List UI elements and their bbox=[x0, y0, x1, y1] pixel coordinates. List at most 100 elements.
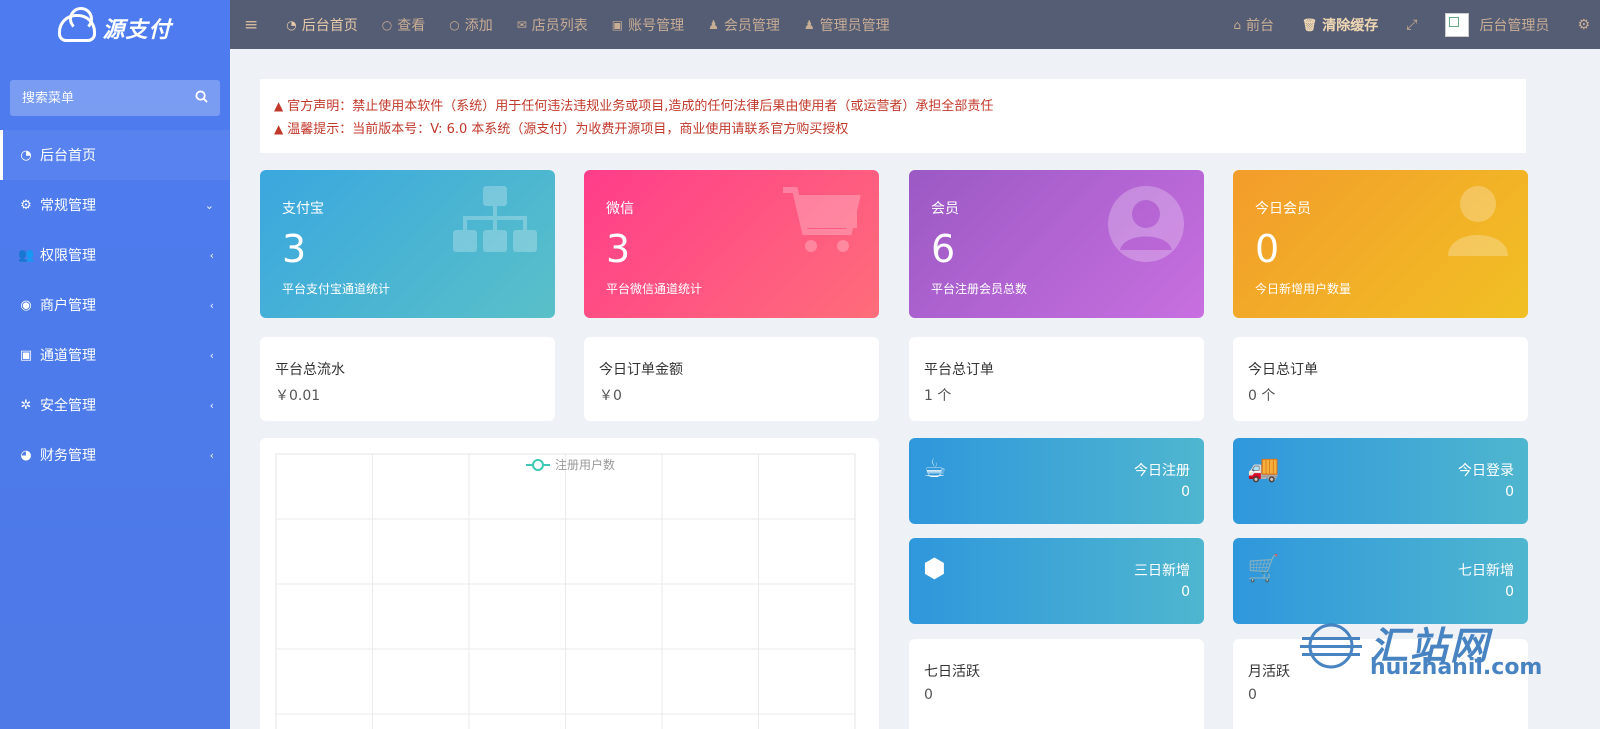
info-card-today-orders: 今日总订单 0 个 bbox=[1233, 337, 1528, 421]
tab-label: 管理员管理 bbox=[819, 17, 890, 34]
tab-label: 店员列表 bbox=[531, 17, 588, 34]
tab-members[interactable]: ♟ 会员管理 bbox=[696, 0, 792, 49]
mini-card-seven-day-new[interactable]: 🛒 七日新增 0 bbox=[1233, 538, 1528, 624]
stat-desc: 今日新增用户数量 bbox=[1255, 282, 1352, 296]
legend-label: 注册用户数 bbox=[555, 457, 615, 472]
sidebar-item-merchants[interactable]: ◉ 商户管理 ‹ bbox=[0, 280, 230, 330]
chat-icon: ✉ bbox=[516, 17, 527, 32]
chevron-left-icon: ‹ bbox=[209, 348, 214, 362]
avatar bbox=[1445, 12, 1470, 37]
registered-users-chart: 注册用户数 bbox=[275, 453, 856, 729]
mini-title: 七日新增 bbox=[1458, 563, 1514, 579]
sidebar-item-dashboard[interactable]: ◔ 后台首页 bbox=[0, 130, 230, 180]
stat-card-today-members[interactable]: 今日会员 0 今日新增用户数量 bbox=[1233, 170, 1528, 318]
cloud-logo-icon bbox=[58, 7, 97, 42]
search-menu bbox=[10, 80, 220, 116]
sidebar-item-label: 安全管理 bbox=[40, 398, 96, 414]
stat-card-alipay[interactable]: 支付宝 3 平台支付宝通道统计 bbox=[260, 170, 555, 318]
cart-icon bbox=[783, 187, 861, 252]
stat-card-members[interactable]: 会员 6 平台注册会员总数 bbox=[909, 170, 1204, 318]
user-circle-icon bbox=[1108, 186, 1184, 262]
mini-card-today-register[interactable]: ☕ 今日注册 0 bbox=[909, 438, 1204, 524]
tab-label: 账号管理 bbox=[628, 17, 685, 34]
chart-panel: 注册用户数 bbox=[260, 438, 879, 729]
home-icon: ⌂ bbox=[1233, 17, 1241, 32]
active-value: 0 bbox=[1248, 687, 1257, 703]
stat-card-wechat[interactable]: 微信 3 平台微信通道统计 bbox=[584, 170, 879, 318]
notice-line-1: ▲ 官方声明：禁止使用本软件（系统）用于任何违法违规业务或项目,造成的任何法律后果… bbox=[274, 95, 1512, 118]
chevron-left-icon: ‹ bbox=[209, 248, 214, 262]
user-icon: ♟ bbox=[708, 17, 719, 32]
frontend-link[interactable]: ⌂ 前台 bbox=[1219, 0, 1288, 49]
sidebar-item-channels[interactable]: ▣ 通道管理 ‹ bbox=[0, 330, 230, 380]
tab-account[interactable]: ▣ 账号管理 bbox=[600, 0, 696, 49]
tab-admins[interactable]: ♟ 管理员管理 bbox=[792, 0, 902, 49]
cogs-icon: ⚙ bbox=[20, 197, 32, 213]
tab-staff-list[interactable]: ✉ 店员列表 bbox=[505, 0, 600, 49]
info-card-today-amount: 今日订单金额 ￥0 bbox=[584, 337, 879, 421]
chevron-left-icon: ‹ bbox=[209, 298, 214, 312]
sidebar-item-security[interactable]: ✲ 安全管理 ‹ bbox=[0, 380, 230, 430]
dashboard-icon: ◔ bbox=[286, 17, 297, 32]
fullscreen-icon[interactable]: ⤢ bbox=[1392, 0, 1431, 49]
sidebar-item-label: 财务管理 bbox=[40, 448, 96, 464]
user-icon bbox=[1448, 186, 1508, 256]
watermark-en: huizhanii.com bbox=[1370, 655, 1543, 680]
chevron-left-icon: ‹ bbox=[209, 398, 214, 412]
search-menu-input[interactable] bbox=[22, 90, 195, 106]
topbar: ≡ ◔ 后台首页 ○ 查看 ○ 添加 ✉ 店员列表 ▣ 账号管理 ♟ 会员管理 … bbox=[230, 0, 1600, 49]
logo[interactable]: 源支付 bbox=[0, 0, 230, 56]
tab-dashboard[interactable]: ◔ 后台首页 bbox=[274, 0, 369, 49]
trash-icon: 🗑 bbox=[1302, 17, 1318, 32]
circle-icon: ○ bbox=[449, 17, 460, 32]
users-icon: 👥 bbox=[18, 247, 35, 263]
sidebar-item-label: 权限管理 bbox=[40, 248, 96, 264]
tab-view[interactable]: ○ 查看 bbox=[370, 0, 437, 49]
tab-label: 会员管理 bbox=[723, 17, 780, 34]
pie-chart-icon: ◕ bbox=[20, 447, 32, 463]
cart-download-icon: 🛒 bbox=[1247, 554, 1280, 584]
mini-title: 今日登录 bbox=[1458, 463, 1514, 479]
account-icon: ▣ bbox=[611, 17, 624, 32]
sidebar-item-permissions[interactable]: 👥 权限管理 ‹ bbox=[0, 230, 230, 280]
hamburger-menu-icon[interactable]: ≡ bbox=[230, 0, 274, 49]
clear-cache-button[interactable]: 🗑 清除缓存 bbox=[1288, 0, 1392, 49]
user-circle-icon: ◉ bbox=[20, 297, 32, 313]
sidebar-item-label: 后台首页 bbox=[40, 148, 96, 164]
watermark: 汇站网 huizhanii.com bbox=[1300, 615, 1560, 685]
stat-desc: 平台支付宝通道统计 bbox=[282, 282, 391, 296]
sidebar: 源支付 ◔ 后台首页 ⚙ 常规管理 ⌄ 👥 权限管理 ‹ ◉ 商户管理 ‹ bbox=[0, 0, 230, 729]
coffee-icon: ☕ bbox=[923, 454, 947, 484]
cogs-icon[interactable]: ⚙ bbox=[1563, 0, 1600, 49]
chevron-left-icon: ‹ bbox=[209, 448, 214, 462]
info-card-total-flow: 平台总流水 ￥0.01 bbox=[260, 337, 555, 421]
admin-profile[interactable]: 后台管理员 bbox=[1431, 0, 1563, 49]
mini-title: 三日新增 bbox=[1134, 563, 1190, 579]
chart-legend[interactable]: 注册用户数 bbox=[526, 457, 615, 472]
notice-text: 官方声明：禁止使用本软件（系统）用于任何违法违规业务或项目,造成的任何法律后果由… bbox=[287, 99, 994, 114]
clear-cache-label: 清除缓存 bbox=[1322, 17, 1379, 34]
tab-add[interactable]: ○ 添加 bbox=[437, 0, 504, 49]
circle-icon: ○ bbox=[381, 17, 393, 32]
info-title: 今日订单金额 bbox=[599, 362, 683, 378]
mini-value: 0 bbox=[1181, 584, 1190, 600]
sitemap-icon bbox=[453, 186, 537, 252]
mini-value: 0 bbox=[1505, 484, 1514, 500]
warning-icon: ▲ bbox=[274, 122, 284, 136]
frontend-label: 前台 bbox=[1246, 17, 1274, 34]
mini-card-today-login[interactable]: 🚚 今日登录 0 bbox=[1233, 438, 1528, 524]
channel-icon: ▣ bbox=[19, 347, 33, 363]
active-value: 0 bbox=[924, 687, 933, 703]
chevron-down-icon: ⌄ bbox=[204, 198, 214, 212]
search-icon[interactable] bbox=[195, 89, 208, 107]
sidebar-item-finance[interactable]: ◕ 财务管理 ‹ bbox=[0, 430, 230, 480]
mini-card-three-day-new[interactable]: ⬢ 三日新增 0 bbox=[909, 538, 1204, 624]
sidebar-item-general[interactable]: ⚙ 常规管理 ⌄ bbox=[0, 180, 230, 230]
info-card-total-orders: 平台总订单 1 个 bbox=[909, 337, 1204, 421]
sidebar-item-label: 商户管理 bbox=[40, 298, 96, 314]
dashboard-icon: ◔ bbox=[20, 147, 32, 163]
admin-icon: ♟ bbox=[803, 17, 815, 32]
sidebar-item-label: 通道管理 bbox=[40, 348, 96, 364]
mini-value: 0 bbox=[1505, 584, 1514, 600]
watermark-logo-icon bbox=[1300, 623, 1362, 669]
